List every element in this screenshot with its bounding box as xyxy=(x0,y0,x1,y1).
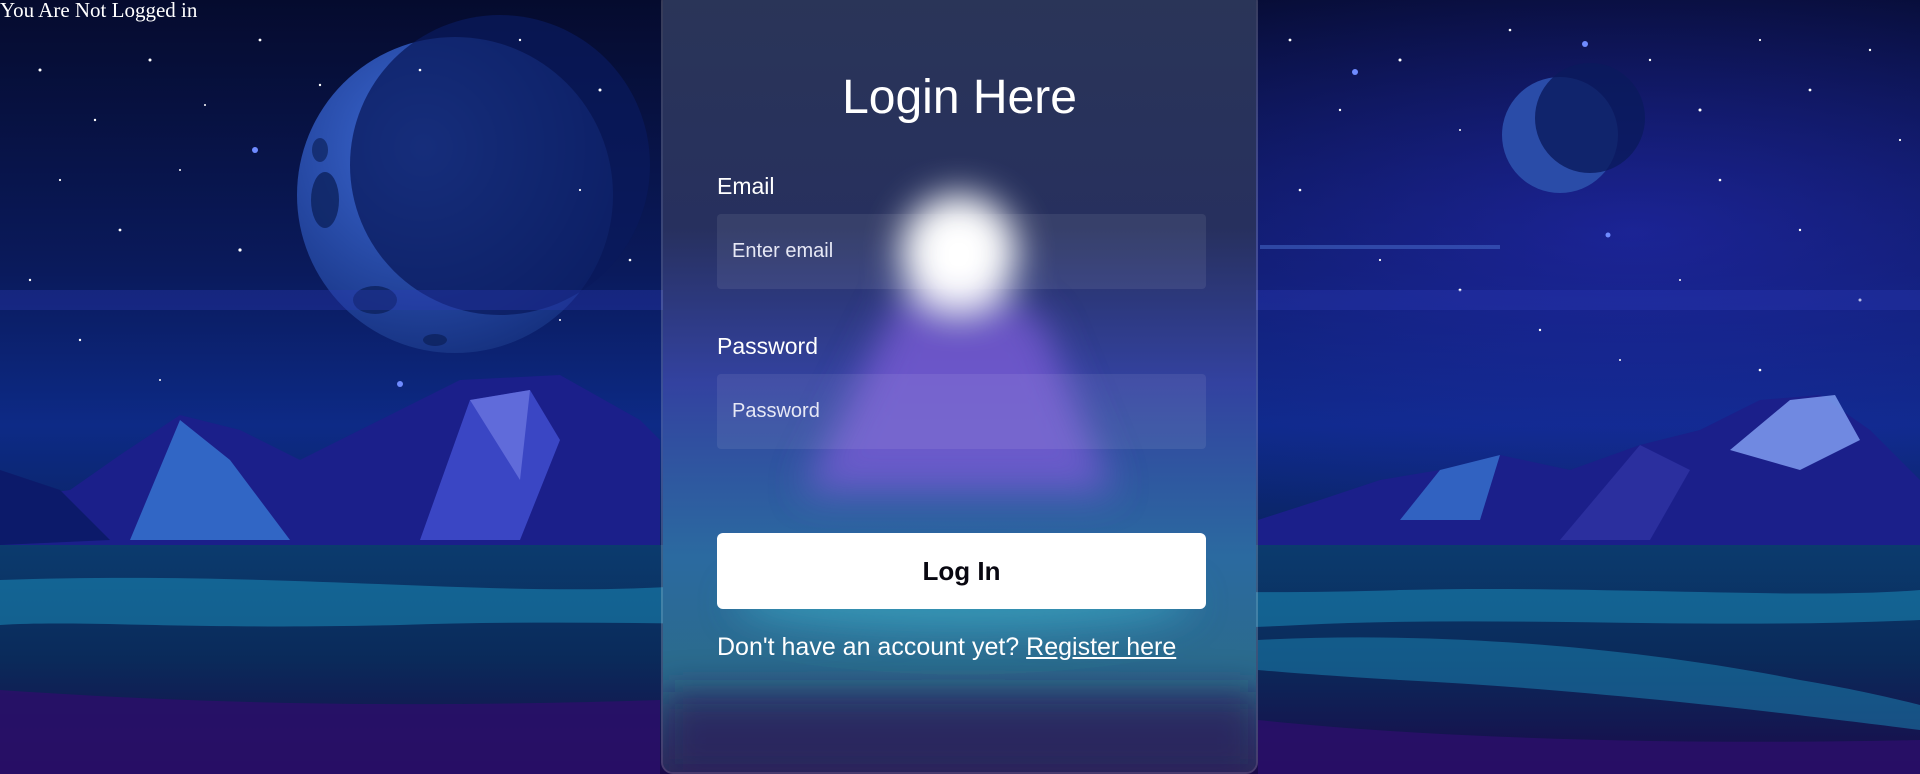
email-input[interactable] xyxy=(717,214,1206,289)
login-button[interactable]: Log In xyxy=(717,533,1206,609)
login-status-text: You Are Not Logged in xyxy=(0,0,198,22)
register-prompt-text: Don't have an account yet? xyxy=(717,633,1020,661)
login-title: Login Here xyxy=(842,71,1077,124)
password-label: Password xyxy=(717,333,818,359)
password-input[interactable] xyxy=(717,374,1206,449)
login-card: Login Here Email Password Log In Don't h… xyxy=(661,0,1258,774)
email-label: Email xyxy=(717,173,775,199)
register-prompt: Don't have an account yet? Register here xyxy=(717,632,1176,662)
register-link[interactable]: Register here xyxy=(1026,633,1176,661)
